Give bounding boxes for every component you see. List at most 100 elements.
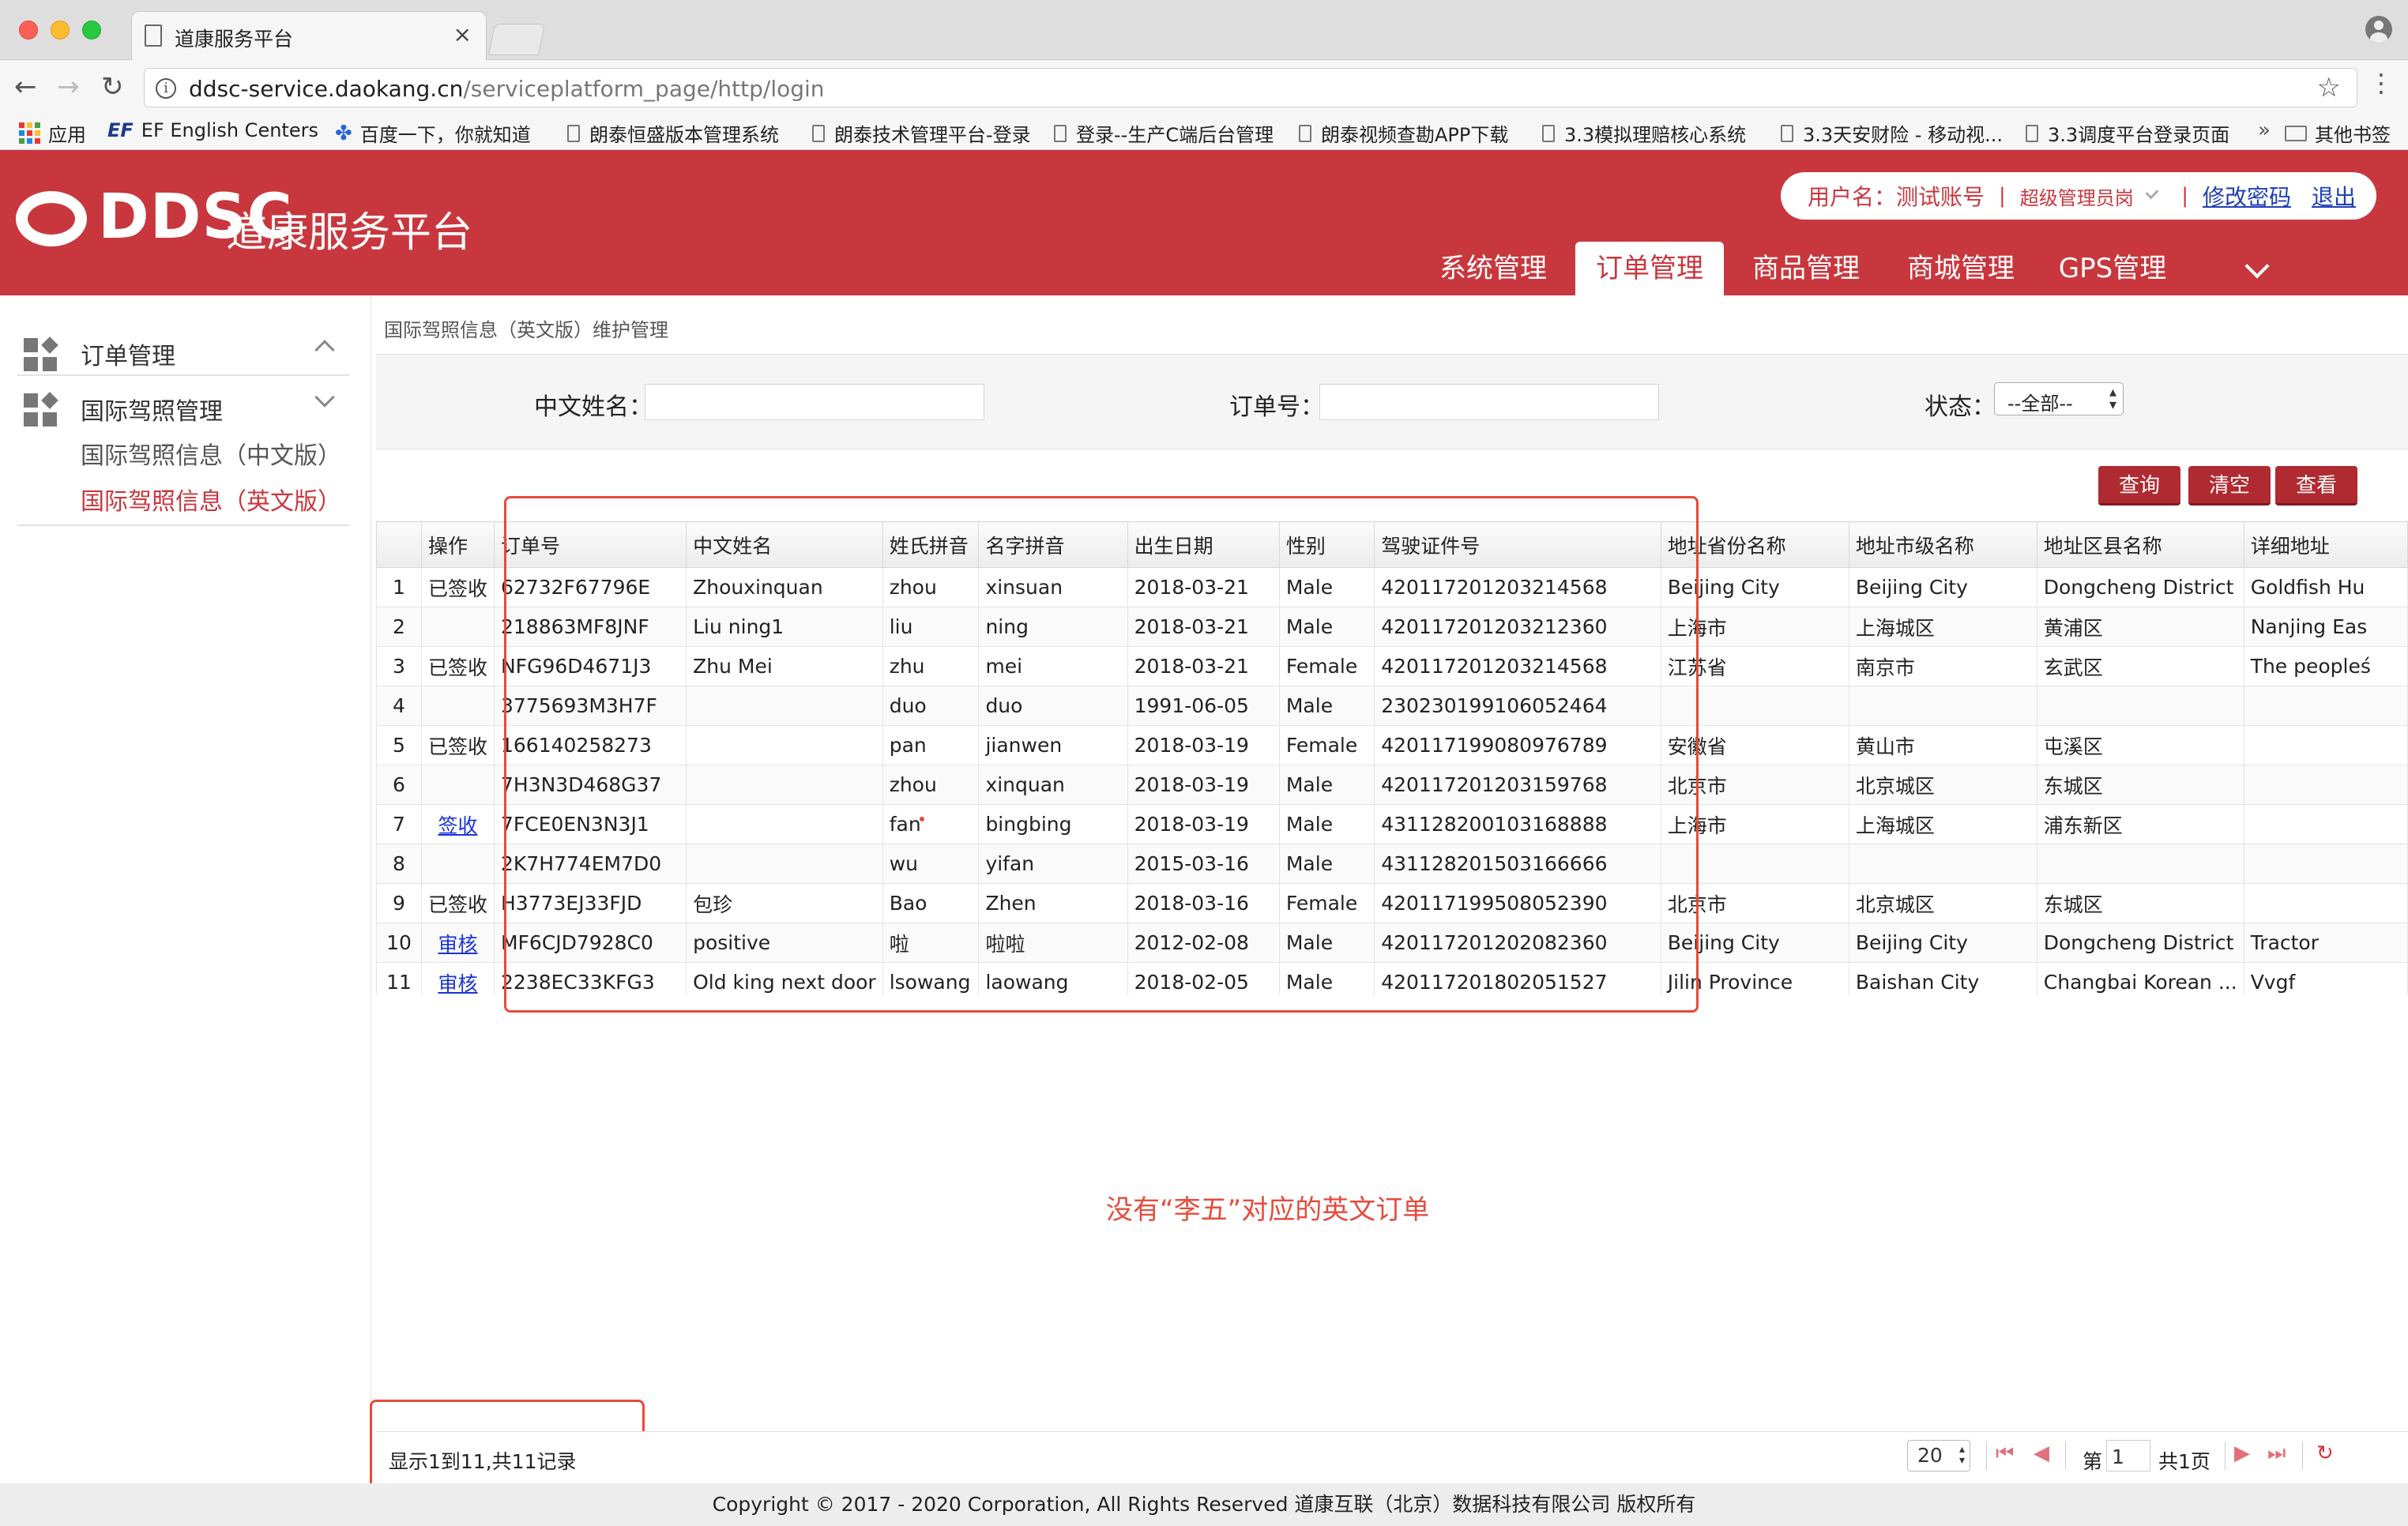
column-header[interactable]: 地址市级名称 xyxy=(1848,521,2037,568)
record-count: 显示1到11,共11记录 xyxy=(389,1450,577,1473)
page-prefix: 第 xyxy=(2083,1450,2103,1473)
site-header: DDSC 道康服务平台 用户名：测试账号 | 超级管理员岗 | 修改密码 退出 … xyxy=(0,150,2408,295)
close-window-button[interactable] xyxy=(19,21,38,39)
select-arrows-icon: ▴ ▾ xyxy=(2109,384,2116,413)
refresh-icon[interactable]: ↻ xyxy=(2316,1441,2334,1465)
operation-cell: 审核 xyxy=(420,962,495,995)
reload-icon[interactable]: ↻ xyxy=(101,71,124,103)
role-select[interactable]: 超级管理员岗 xyxy=(2020,182,2134,210)
cell-city xyxy=(1848,686,2037,726)
user-box: 用户名：测试账号 | 超级管理员岗 | 修改密码 退出 xyxy=(1781,172,2376,220)
browser-menu-icon[interactable]: ⋮ xyxy=(2368,68,2394,98)
page-size-select[interactable]: 20 ▴ ▾ xyxy=(1907,1440,1970,1472)
column-header[interactable]: 地址区县名称 xyxy=(2036,521,2244,568)
other-bookmarks[interactable]: 其他书签 xyxy=(2285,119,2391,147)
browser-tab[interactable]: 道康服务平台 × xyxy=(131,11,487,60)
operation-link[interactable]: 审核 xyxy=(438,933,477,956)
operation-cell: 已签收 xyxy=(420,646,495,686)
cell-dist: 东城区 xyxy=(2036,883,2244,923)
prev-page-icon[interactable]: ◀ xyxy=(2034,1441,2049,1465)
profile-icon[interactable] xyxy=(2365,16,2392,43)
sidebar-item-license-en[interactable]: 国际驾照信息（英文版） xyxy=(81,482,341,517)
sidebar-item-license-cn[interactable]: 国际驾照信息（中文版） xyxy=(81,436,341,471)
bookmarks-overflow-icon[interactable]: » xyxy=(2258,118,2271,142)
forward-icon[interactable]: → xyxy=(57,71,80,103)
browser-tabbar: 道康服务平台 × xyxy=(0,0,2408,60)
bookmark-item[interactable]: 朗泰视频查勘APP下载 xyxy=(1299,119,1508,147)
status-select[interactable]: --全部-- ▴ ▾ xyxy=(1994,382,2124,415)
bookmark-star-icon[interactable]: ☆ xyxy=(2317,72,2341,103)
cell-dist: 东城区 xyxy=(2036,765,2244,805)
first-page-icon[interactable]: ⏮ xyxy=(1996,1441,2014,1466)
chevron-up-icon[interactable] xyxy=(314,340,335,360)
annotation-note: 没有“李五”对应的英文订单 xyxy=(1106,1194,1430,1226)
cell-addr: Goldfish Hu xyxy=(2243,567,2408,607)
new-tab-button[interactable] xyxy=(487,24,546,55)
page-icon xyxy=(1542,124,1555,142)
bookmark-baidu[interactable]: ✤ 百度一下，你就知道 xyxy=(335,119,531,147)
bookmark-item[interactable]: 登录--生产C端后台管理 xyxy=(1054,119,1274,147)
bookmark-apps[interactable]: 应用 xyxy=(19,119,86,147)
chevron-down-icon[interactable] xyxy=(2145,186,2159,200)
row-number: 1 xyxy=(376,567,422,607)
row-number: 10 xyxy=(376,923,422,963)
row-number: 4 xyxy=(376,686,422,726)
bookmark-ef[interactable]: EF EF English Centers xyxy=(107,119,318,141)
url-text: ddsc-service.daokang.cn/serviceplatform_… xyxy=(189,76,825,102)
operation-cell: 已签收 xyxy=(420,725,495,765)
ef-logo-icon: EF xyxy=(107,119,134,141)
logout-link[interactable]: 退出 xyxy=(2312,180,2356,212)
cell-city: 上海城区 xyxy=(1848,607,2037,647)
back-icon[interactable]: ← xyxy=(14,71,37,103)
row-number: 5 xyxy=(376,725,422,765)
separator: | xyxy=(2181,184,2188,208)
query-button[interactable]: 查询 xyxy=(2098,466,2180,506)
nav-tab-orders[interactable]: 订单管理 xyxy=(1575,242,1724,295)
column-header[interactable]: 详细地址 xyxy=(2243,521,2408,568)
next-page-icon[interactable]: ▶ xyxy=(2234,1441,2250,1465)
chevron-down-icon[interactable] xyxy=(314,387,335,408)
operation-link[interactable]: 签收 xyxy=(438,814,477,837)
nav-tab-system[interactable]: 系统管理 xyxy=(1422,242,1564,295)
select-arrows-icon: ▴ ▾ xyxy=(1958,1443,1965,1467)
cell-addr xyxy=(2243,765,2408,805)
bookmark-item[interactable]: 3.3调度平台登录页面 xyxy=(2026,119,2229,147)
clear-button[interactable]: 清空 xyxy=(2188,466,2271,506)
cell-city: Beijing City xyxy=(1848,923,2037,963)
row-number: 11 xyxy=(376,962,422,995)
separator: | xyxy=(1999,184,2006,208)
minimize-window-button[interactable] xyxy=(51,21,70,39)
sidebar-section-orders[interactable]: 订单管理 xyxy=(17,324,349,376)
last-page-icon[interactable]: ⏭ xyxy=(2267,1441,2286,1466)
change-password-link[interactable]: 修改密码 xyxy=(2203,180,2291,212)
grid-icon xyxy=(24,336,58,371)
nav-tab-products[interactable]: 商品管理 xyxy=(1735,242,1877,295)
operation-cell: 审核 xyxy=(420,923,495,963)
column-header[interactable] xyxy=(376,521,422,568)
address-bar[interactable]: i ddsc-service.daokang.cn/serviceplatfor… xyxy=(144,68,2357,107)
page-icon xyxy=(1781,124,1793,142)
zoom-window-button[interactable] xyxy=(82,21,101,39)
sidebar-section-license[interactable]: 国际驾照管理 xyxy=(17,379,349,431)
bookmark-item[interactable]: 3.3模拟理赔核心系统 xyxy=(1542,119,1746,147)
grid-icon xyxy=(24,392,58,427)
divider xyxy=(2302,1441,2303,1470)
nav-tab-gps[interactable]: GPS管理 xyxy=(2043,242,2182,295)
order-number-input[interactable] xyxy=(1319,384,1659,420)
nav-tab-mall[interactable]: 商城管理 xyxy=(1890,242,2032,295)
bookmark-item[interactable]: 朗泰技术管理平台-登录 xyxy=(812,119,1031,147)
info-icon[interactable]: i xyxy=(156,78,176,99)
page-icon xyxy=(145,24,162,47)
bookmark-item[interactable]: 3.3天安财险 - 移动视... xyxy=(1781,119,2003,147)
bookmark-item[interactable]: 朗泰恒盛版本管理系统 xyxy=(567,119,779,147)
cell-addr: The peopleś xyxy=(2243,646,2408,686)
page-number-input[interactable]: 1 xyxy=(2106,1440,2150,1472)
tab-close-icon[interactable]: × xyxy=(453,21,472,47)
chevron-down-icon[interactable] xyxy=(2244,254,2270,279)
operation-link[interactable]: 审核 xyxy=(438,972,477,995)
column-header[interactable]: 操作 xyxy=(420,521,495,568)
apps-grid-icon xyxy=(19,122,40,144)
cell-city: Baishan City xyxy=(1848,962,2037,995)
chinese-name-input[interactable] xyxy=(645,384,984,420)
view-button[interactable]: 查看 xyxy=(2275,466,2357,506)
